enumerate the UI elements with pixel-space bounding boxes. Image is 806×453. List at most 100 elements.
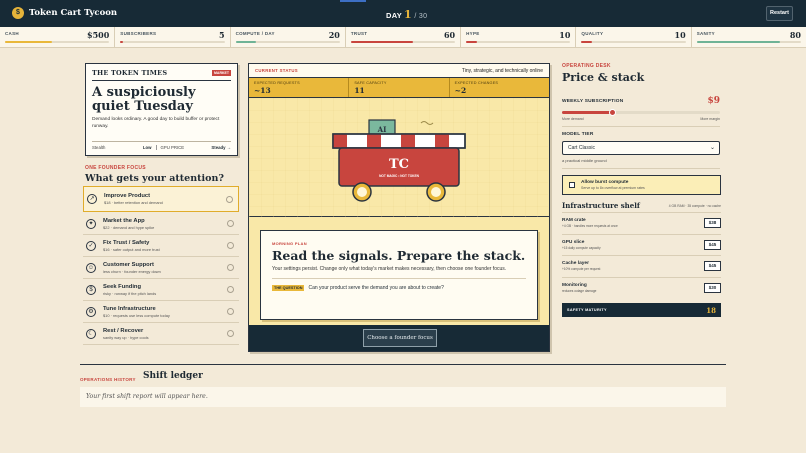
option-radio[interactable] xyxy=(227,308,234,315)
brand: $ Token Cart Tycoon xyxy=(12,7,117,19)
stat-track xyxy=(350,41,456,43)
stat-label: QUALITY xyxy=(581,31,604,36)
buy-cache-button[interactable]: $45 xyxy=(704,261,721,272)
burst-sub: Serve up to 8x overflow at premium rates xyxy=(581,186,645,190)
history-empty-state: Your first shift report will appear here… xyxy=(80,387,726,407)
plan-kicker: MORNING PLAN xyxy=(272,241,307,246)
news-footer: Stealth Low GPU PRICE Steady → xyxy=(92,141,231,150)
metric-value: ~13 xyxy=(254,86,271,95)
day-prefix: DAY xyxy=(386,11,403,20)
infra-name: RAM crate xyxy=(562,218,586,224)
gpu-price-label: GPU PRICE xyxy=(160,145,185,150)
day-current: 1 xyxy=(404,8,413,21)
cart-sign-text: AI xyxy=(377,125,387,134)
cart-sub-text: NOT MAGIC • NOT TOKEN xyxy=(379,174,420,178)
plan-question: THE QUESTION Can your product serve the … xyxy=(272,278,526,291)
subscription-label: WEEKLY SUBSCRIPTION xyxy=(562,99,624,104)
stat-fill xyxy=(235,41,257,43)
app-title: Token Cart Tycoon xyxy=(29,8,118,18)
option-label: Seek Funding xyxy=(103,283,142,290)
sparkle-icon: ✦ xyxy=(86,218,96,229)
option-label: Market the App xyxy=(103,217,145,224)
newspaper-name: THE TOKEN TIMES xyxy=(92,69,168,77)
day-counter: DAY 1 / 30 xyxy=(386,8,427,21)
restart-button[interactable]: Restart xyxy=(766,6,793,21)
stat-track xyxy=(235,41,340,43)
cart-scene: AI TC NOT MAGIC • NOT TOKEN xyxy=(249,98,549,217)
news-headline: A suspiciously quiet Tuesday xyxy=(92,85,196,114)
question-tag: THE QUESTION xyxy=(272,285,305,291)
safety-label: SAFETY MATURITY xyxy=(567,308,607,312)
option-radio[interactable] xyxy=(226,195,233,203)
focus-option-customer-support[interactable]: ☺ Customer Support less churn · founder e… xyxy=(83,257,239,279)
stat-track xyxy=(696,41,801,43)
stat-value: 5 xyxy=(218,30,225,40)
infra-row-gpu: GPU slice +15 daily compute capacity $45 xyxy=(562,233,721,256)
moon-icon: ☾ xyxy=(86,328,96,339)
burst-checkbox[interactable] xyxy=(569,182,575,188)
stat-quality: QUALITY 10 xyxy=(576,27,692,47)
subscription-price: $9 xyxy=(707,96,720,106)
focus-option-market-app[interactable]: ✦ Market the App $22 · demand and hype sp… xyxy=(83,213,239,235)
stealth-value: Low xyxy=(142,145,152,150)
stats-bar: CASH $500 SUBSCRIBERS 5 COMPUTE / DAY 20… xyxy=(0,27,806,48)
market-badge: MARKET xyxy=(212,70,231,76)
stat-track xyxy=(581,41,686,43)
stat-track xyxy=(5,41,110,43)
buy-ram-button[interactable]: $38 xyxy=(704,218,721,229)
top-accent xyxy=(340,0,366,2)
metric-label: EXPECTED CHANGES xyxy=(454,81,499,85)
focus-options: ↗ Improve Product $18 · better retention … xyxy=(83,186,239,345)
price-slider[interactable] xyxy=(562,109,720,116)
model-tier-label: MODEL TIER xyxy=(562,132,594,137)
focus-kicker: ONE FOUNDER FOCUS xyxy=(85,165,146,171)
choose-focus-button[interactable]: Choose a founder focus xyxy=(363,329,437,347)
option-radio[interactable] xyxy=(227,242,234,249)
status-tagline: Tiny, strategic, and technically online xyxy=(461,67,543,74)
stat-fill xyxy=(350,41,414,43)
option-label: Tune Infrastructure xyxy=(103,305,156,312)
option-radio[interactable] xyxy=(227,220,234,227)
cart-illustration: AI TC NOT MAGIC • NOT TOKEN xyxy=(249,98,548,217)
option-label: Rest / Recover xyxy=(103,327,144,334)
infra-sub: +15 daily compute capacity xyxy=(562,245,601,250)
infra-row-ram: RAM crate +4 GB · handles more requests a… xyxy=(562,212,721,234)
day-total: / 30 xyxy=(414,13,428,20)
infra-sub: +4 GB · handles more requests at once xyxy=(562,224,618,229)
option-radio[interactable] xyxy=(227,330,234,337)
buy-monitoring-button[interactable]: $30 xyxy=(704,282,721,293)
morning-plan-card: MORNING PLAN Read the signals. Prepare t… xyxy=(260,230,538,320)
focus-option-seek-funding[interactable]: $ Seek Funding risky · runway if the pitc… xyxy=(83,279,239,301)
burst-compute-toggle[interactable]: Allow burst compute Serve up to 8x overf… xyxy=(562,175,721,195)
focus-option-tune-infra[interactable]: ⚙ Tune Infrastructure $10 · requests use … xyxy=(83,301,239,323)
focus-option-fix-trust[interactable]: ✓ Fix Trust / Safety $16 · safer output a… xyxy=(83,235,239,257)
stat-value: 80 xyxy=(789,30,801,40)
slider-fill xyxy=(562,111,613,114)
option-radio[interactable] xyxy=(227,264,234,271)
desk-kicker: OPERATING DESK xyxy=(562,63,611,69)
stat-value: 60 xyxy=(443,30,456,40)
slider-high-label: More margin xyxy=(700,117,720,121)
stat-fill xyxy=(581,41,592,43)
option-sub: $10 · requests use less compute today xyxy=(103,312,170,318)
stat-subscribers: SUBSCRIBERS 5 xyxy=(115,27,231,47)
model-tier-select[interactable]: Cart Classic ⌄ xyxy=(562,141,720,155)
trend-up-icon: ↗ xyxy=(87,194,97,204)
stat-value: 20 xyxy=(328,30,340,40)
metric-label: SAFE CAPACITY xyxy=(354,81,387,85)
infra-name: GPU slice xyxy=(562,239,585,245)
slider-low-label: More demand xyxy=(562,117,584,121)
slider-thumb[interactable] xyxy=(609,109,617,116)
focus-option-improve-product[interactable]: ↗ Improve Product $18 · better retention … xyxy=(83,186,239,212)
stat-label: SANITY xyxy=(696,31,715,36)
dollar-icon: $ xyxy=(86,284,96,295)
infra-row-cache: Cache layer +10% compute per request $45 xyxy=(562,255,721,277)
option-radio[interactable] xyxy=(227,286,234,293)
option-sub: sanity way up · hype cools xyxy=(103,334,149,340)
focus-option-rest[interactable]: ☾ Rest / Recover sanity way up · hype coo… xyxy=(83,323,239,345)
safety-value: 18 xyxy=(706,305,716,315)
plan-title: Read the signals. Prepare the stack. xyxy=(272,248,526,263)
stat-value: $500 xyxy=(87,30,110,40)
stat-track xyxy=(120,41,225,43)
buy-gpu-button[interactable]: $45 xyxy=(704,239,721,250)
